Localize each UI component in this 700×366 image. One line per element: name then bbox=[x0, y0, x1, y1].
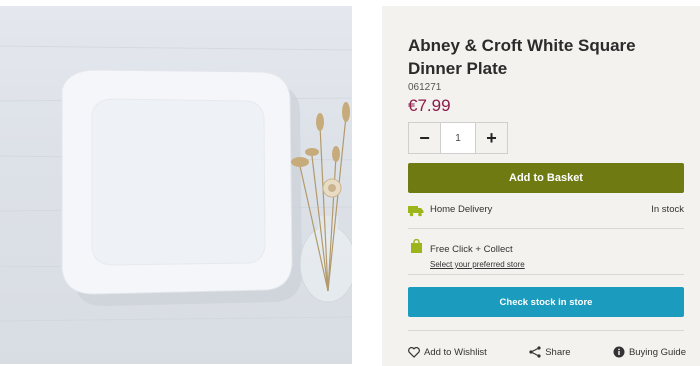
stock-status: In stock bbox=[651, 204, 684, 215]
divider bbox=[408, 228, 684, 229]
info-icon bbox=[613, 346, 625, 358]
product-page: Abney & Croft White Square Dinner Plate … bbox=[0, 0, 700, 366]
share-label: Share bbox=[545, 346, 571, 358]
product-sku: 061271 bbox=[408, 82, 442, 93]
home-delivery-row: Home Delivery In stock bbox=[408, 204, 684, 218]
divider bbox=[408, 274, 684, 275]
divider bbox=[408, 330, 684, 331]
home-delivery-label: Home Delivery bbox=[430, 204, 493, 215]
shopping-bag-icon bbox=[408, 238, 424, 253]
quantity-increase-button[interactable]: + bbox=[476, 123, 507, 153]
buying-guide-label: Buying Guide bbox=[628, 346, 686, 358]
share-button[interactable]: Share bbox=[529, 346, 571, 358]
buying-guide-button[interactable]: Buying Guide bbox=[613, 346, 686, 358]
heart-icon bbox=[408, 346, 420, 358]
quantity-decrease-button[interactable]: − bbox=[409, 123, 440, 153]
product-image[interactable] bbox=[0, 6, 352, 364]
product-actions: Add to Wishlist Share Buying Guide bbox=[408, 346, 686, 358]
add-to-basket-button[interactable]: Add to Basket bbox=[408, 163, 684, 193]
product-details-panel: Abney & Croft White Square Dinner Plate … bbox=[382, 6, 700, 366]
product-price: €7.99 bbox=[408, 96, 451, 115]
quantity-stepper: − + bbox=[408, 122, 508, 154]
select-store-link[interactable]: Select your preferred store bbox=[430, 260, 525, 269]
wishlist-label: Add to Wishlist bbox=[424, 346, 487, 358]
click-collect-label: Free Click + Collect bbox=[430, 244, 513, 255]
click-collect-row: Free Click + Collect Select your preferr… bbox=[408, 238, 684, 269]
check-stock-button[interactable]: Check stock in store bbox=[408, 287, 684, 317]
product-title: Abney & Croft White Square Dinner Plate bbox=[408, 36, 636, 78]
share-icon bbox=[529, 346, 541, 358]
add-to-wishlist-button[interactable]: Add to Wishlist bbox=[408, 346, 487, 358]
truck-icon bbox=[408, 204, 424, 218]
product-photo bbox=[0, 45, 352, 322]
quantity-input[interactable] bbox=[440, 123, 476, 153]
